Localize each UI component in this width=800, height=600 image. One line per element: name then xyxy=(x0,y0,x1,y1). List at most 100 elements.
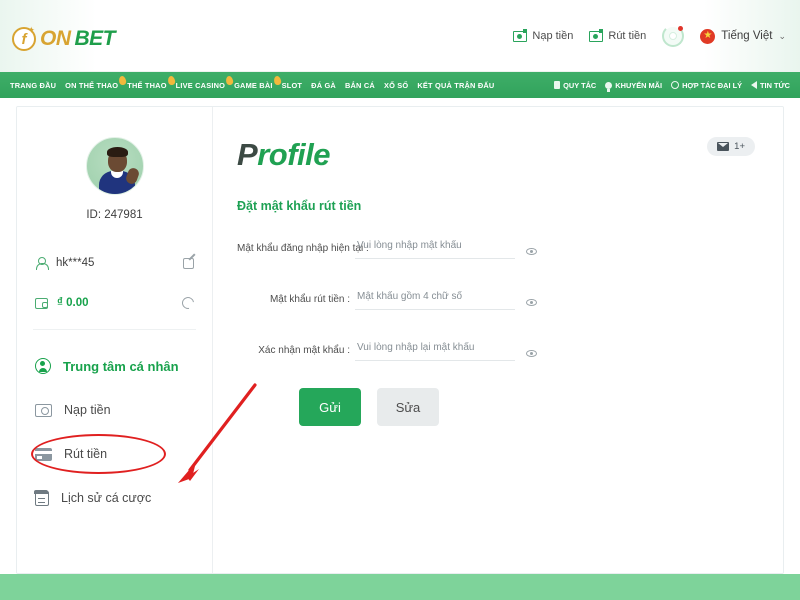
logo-star-icon: ✦ xyxy=(27,25,35,35)
nav-item-trang-dau[interactable]: TRANG ĐẦU xyxy=(10,81,56,90)
withdraw-password-field xyxy=(355,286,537,310)
eye-icon[interactable] xyxy=(526,299,537,306)
sidebar-item-nap-tien[interactable]: Nạp tiền xyxy=(17,388,212,432)
flag-icon: ★ xyxy=(700,28,716,44)
confirm-password-input[interactable] xyxy=(357,342,497,353)
nav-label: GAME BÀI xyxy=(234,80,273,90)
nav-label: KẾT QUẢ TRẬN ĐẤU xyxy=(417,80,495,90)
form-row-confirm-password: Xác nhận mật khẩu : xyxy=(237,337,783,361)
page-title-initial: P xyxy=(237,137,258,172)
nav-label: ON THỂ THAO xyxy=(65,80,119,90)
current-password-field xyxy=(355,235,537,259)
header-deposit-label: Nạp tiền xyxy=(532,30,574,42)
person-icon xyxy=(35,256,49,270)
site-header: ✦ f ON BET Nạp tiền Rút tiền ★ Tiếng Việ… xyxy=(0,0,800,72)
spinner-inner xyxy=(669,32,678,40)
sidebar-item-label: Lịch sử cá cược xyxy=(61,491,152,505)
main-navigation: TRANG ĐẦU ON THỂ THAO THỂ THAO LIVE CASI… xyxy=(0,72,800,98)
avatar-hair xyxy=(106,147,128,157)
header-withdraw-link[interactable]: Rút tiền xyxy=(589,28,647,42)
withdraw-card-icon xyxy=(35,447,52,461)
nav-label: SLOT xyxy=(281,80,303,90)
refresh-balance-icon[interactable] xyxy=(179,294,197,312)
hot-flame-icon xyxy=(166,74,176,86)
balance-row: ₫ 0.00 xyxy=(17,283,212,323)
username-row: hk***45 xyxy=(17,243,212,283)
form-row-current-password: Mật khẩu đăng nhập hiện tại : xyxy=(237,235,783,259)
history-icon xyxy=(34,489,49,506)
form-row-withdraw-password: Mật khẩu rút tiền : xyxy=(237,286,783,310)
page-title-rest: rofile xyxy=(257,137,330,172)
onbet-logo[interactable]: ✦ f ON BET xyxy=(12,26,115,52)
nav-label: KHUYẾN MÃI xyxy=(615,80,663,90)
footer-band xyxy=(0,574,800,600)
edit-profile-icon[interactable] xyxy=(183,257,194,269)
envelope-icon xyxy=(717,142,730,151)
logo-text-on: ON xyxy=(40,27,71,50)
section-title: Đặt mật khẩu rút tiền xyxy=(237,199,362,213)
nav-item-da-ga[interactable]: ĐÁ GÀ xyxy=(311,81,336,90)
nav-item-ban-ca[interactable]: BẮN CÁ xyxy=(345,81,375,90)
chevron-down-icon: ⌄ xyxy=(778,30,786,41)
bulb-icon xyxy=(605,81,613,92)
sidebar-item-label: Rút tiền xyxy=(64,447,108,461)
sidebar-item-label: Nạp tiền xyxy=(64,403,111,417)
nav-item-slot[interactable]: SLOT xyxy=(282,81,303,90)
money-icon xyxy=(589,28,604,42)
deposit-icon xyxy=(35,403,52,417)
handshake-icon xyxy=(671,81,680,89)
user-id-label: ID: 247981 xyxy=(86,209,143,221)
nav-item-khuyen-mai[interactable]: KHUYẾN MÃI xyxy=(605,80,663,92)
withdraw-password-input[interactable] xyxy=(357,291,497,302)
language-selector[interactable]: ★ Tiếng Việt ⌄ xyxy=(700,28,786,44)
header-withdraw-label: Rút tiền xyxy=(608,30,647,42)
nav-item-ket-qua-tran-dau[interactable]: KẾT QUẢ TRẬN ĐẤU xyxy=(417,81,494,90)
sidebar-item-rut-tien[interactable]: Rút tiền xyxy=(17,432,212,476)
logo-glyph: f xyxy=(21,30,27,48)
current-password-input[interactable] xyxy=(357,240,497,251)
hot-flame-icon xyxy=(225,74,234,86)
nav-label: TIN TỨC xyxy=(760,80,790,90)
loading-spinner-icon[interactable] xyxy=(662,25,685,47)
sidebar-item-lich-su-ca-cuoc[interactable]: Lịch sử cá cược xyxy=(17,476,212,520)
withdraw-password-label: Mật khẩu rút tiền : xyxy=(269,294,350,305)
nav-label: THỂ THAO xyxy=(127,80,167,90)
money-icon xyxy=(513,28,528,42)
edit-button[interactable]: Sửa xyxy=(377,388,439,426)
nav-item-hop-tac-dai-ly[interactable]: HỢP TÁC ĐẠI LÝ xyxy=(671,81,742,90)
hot-flame-icon xyxy=(272,74,282,86)
wallet-icon xyxy=(35,297,48,309)
speaker-icon xyxy=(751,81,758,89)
sidebar-item-trung-tam-ca-nhan[interactable]: Trung tâm cá nhân xyxy=(17,344,212,388)
page-title: Profile xyxy=(237,137,783,173)
profile-panel: 1+ Profile Đặt mật khẩu rút tiền Mật khẩ… xyxy=(213,107,783,573)
header-deposit-link[interactable]: Nạp tiền xyxy=(513,28,574,42)
balance-label: ₫ 0.00 xyxy=(57,297,89,309)
language-label: Tiếng Việt xyxy=(721,30,773,42)
nav-item-the-thao[interactable]: THỂ THAO xyxy=(127,74,176,90)
eye-icon[interactable] xyxy=(526,248,537,255)
notification-dot-icon xyxy=(678,26,684,31)
nav-item-game-bai[interactable]: GAME BÀI xyxy=(234,74,282,90)
withdraw-password-form: Mật khẩu đăng nhập hiện tại : Mật khẩu r… xyxy=(237,235,783,426)
nav-label: TRANG ĐẦU xyxy=(10,80,57,90)
submit-button[interactable]: Gửi xyxy=(299,388,361,426)
account-sidebar: ID: 247981 hk***45 ₫ 0.00 Trung tâm cá n… xyxy=(17,107,213,573)
nav-item-live-casino[interactable]: LIVE CASINO xyxy=(176,74,234,90)
nav-item-tin-tuc[interactable]: TIN TỨC xyxy=(751,81,790,90)
form-actions: Gửi Sửa xyxy=(237,388,783,426)
logo-mark-icon: ✦ f xyxy=(12,25,36,51)
logo-text-bet: BET xyxy=(74,27,116,50)
nav-item-quy-tac[interactable]: QUY TẮC xyxy=(554,81,596,90)
nav-label: XỔ SỐ xyxy=(383,80,409,90)
book-icon xyxy=(554,81,561,89)
confirm-password-label: Xác nhận mật khẩu : xyxy=(258,345,350,356)
avatar[interactable] xyxy=(85,137,144,195)
sidebar-item-label: Trung tâm cá nhân xyxy=(63,358,179,374)
mail-badge[interactable]: 1+ xyxy=(707,137,755,156)
nav-item-on-the-thao[interactable]: ON THỂ THAO xyxy=(65,74,128,90)
avatar-container xyxy=(17,137,212,195)
nav-right-group: QUY TẮC KHUYẾN MÃI HỢP TÁC ĐẠI LÝ TIN TỨ… xyxy=(554,80,790,92)
eye-icon[interactable] xyxy=(526,350,537,357)
nav-item-xo-so[interactable]: XỔ SỐ xyxy=(384,81,408,90)
